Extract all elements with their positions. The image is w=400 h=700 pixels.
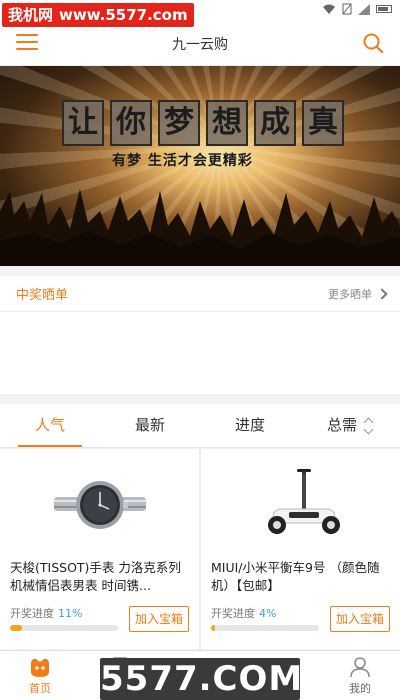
status-icons	[322, 3, 392, 15]
promo-banner[interactable]: 让 你 梦 想 成 真 有梦 生活才会更精彩	[0, 66, 400, 266]
progress-label-row: 开奖进度 4%	[211, 605, 276, 621]
tab-progress[interactable]: 进度	[200, 404, 300, 447]
hamburger-icon[interactable]	[16, 34, 38, 52]
no-sim-icon	[342, 3, 352, 15]
progress-fill	[10, 625, 22, 631]
product-name: 天梭(TISSOT)手表 力洛克系列 机械情侣表男表 时间镌...	[10, 560, 181, 593]
banner-subslogan: 有梦 生活才会更精彩	[112, 153, 253, 169]
more-winners-link[interactable]: 更多晒单	[328, 286, 388, 302]
slogan-char: 成	[254, 100, 296, 146]
watermark-site-name: 我机网	[8, 6, 54, 24]
slogan-char: 你	[110, 100, 152, 146]
more-winners-label: 更多晒单	[328, 287, 372, 301]
progress-fill	[211, 625, 216, 631]
progress-percent: 4%	[259, 607, 277, 620]
user-icon	[350, 657, 370, 678]
tab-total-required[interactable]: 总需	[300, 404, 400, 447]
product-card[interactable]: MIUI/小米平衡车9号 （颜色随机）【包邮】 开奖进度 4% 加入宝箱	[201, 449, 400, 649]
progress-bar	[211, 625, 319, 631]
nav-home-label: 首页	[29, 682, 51, 695]
wifi-icon	[323, 4, 335, 14]
product-name: MIUI/小米平衡车9号 （颜色随机）【包邮】	[211, 560, 380, 593]
scooter-icon	[267, 469, 340, 534]
home-icon	[31, 658, 49, 677]
product-grid: 天梭(TISSOT)手表 力洛克系列 机械情侣表男表 时间镌... 开奖进度 11…	[0, 449, 400, 649]
tab-total-required-label: 总需	[326, 416, 357, 434]
slogan-char: 真	[302, 100, 344, 146]
watch-icon	[53, 481, 146, 529]
nav-profile[interactable]: 我的	[320, 651, 400, 700]
sort-tabs: 人气 最新 进度 总需	[0, 404, 400, 448]
slogan-char: 梦	[158, 100, 200, 146]
winners-title: 中奖晒单	[16, 288, 69, 303]
chevron-right-icon	[376, 287, 388, 300]
app-bar: 九一云购	[0, 22, 400, 66]
slogan-char: 想	[206, 100, 248, 146]
winners-section: 中奖晒单 更多晒单	[0, 276, 400, 394]
nav-profile-label: 我的	[349, 682, 371, 695]
watermark-banner: 我机网 www.5577.com	[2, 3, 194, 27]
battery-icon	[376, 5, 392, 13]
sort-toggle-icon	[363, 418, 373, 434]
progress-label: 开奖进度	[10, 607, 54, 620]
add-to-box-button[interactable]: 加入宝箱	[330, 606, 390, 632]
progress-percent: 11%	[58, 607, 83, 620]
winners-header: 中奖晒单 更多晒单	[0, 276, 400, 312]
signal-icon	[358, 3, 370, 15]
progress-bar	[10, 625, 118, 631]
nav-home[interactable]: 首页	[0, 651, 80, 700]
tab-popularity[interactable]: 人气	[0, 404, 100, 447]
bottom-watermark: 5577.COM	[100, 658, 304, 700]
watermark-url: www.5577.com	[59, 6, 188, 24]
progress-label: 开奖进度	[211, 607, 255, 620]
crowd-silhouette	[0, 189, 400, 266]
search-icon[interactable]	[362, 32, 384, 54]
page-title: 九一云购	[172, 36, 228, 53]
tab-newest[interactable]: 最新	[100, 404, 200, 447]
slogan-row: 让 你 梦 想 成 真	[62, 100, 344, 146]
add-to-box-button[interactable]: 加入宝箱	[129, 606, 189, 632]
slogan-char: 让	[62, 100, 104, 146]
product-card[interactable]: 天梭(TISSOT)手表 力洛克系列 机械情侣表男表 时间镌... 开奖进度 11…	[0, 449, 199, 649]
progress-label-row: 开奖进度 11%	[10, 605, 82, 621]
